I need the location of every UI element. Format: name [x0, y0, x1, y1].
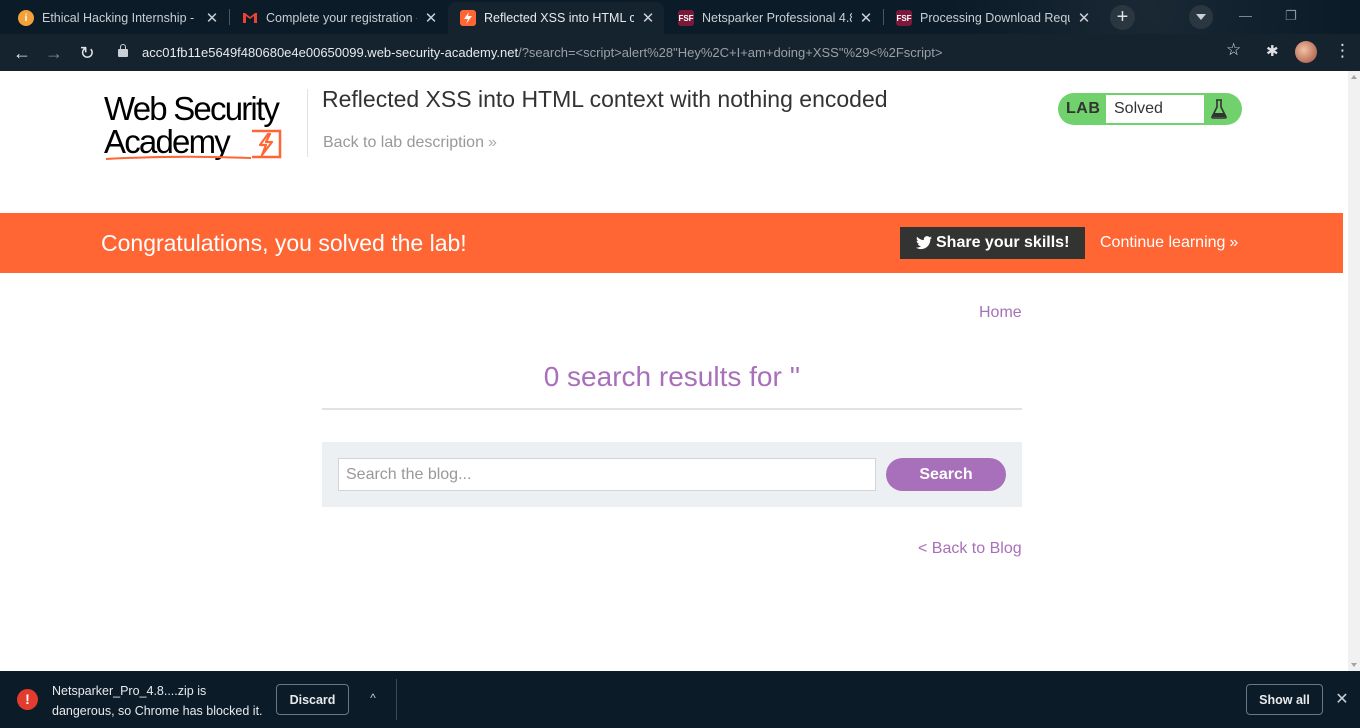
- download-warning-text: Netsparker_Pro_4.8....zip is dangerous, …: [52, 684, 263, 718]
- tab-netsparker[interactable]: FSF Netsparker Professional 4.8 ✕: [666, 2, 882, 34]
- browser-toolbar: ← → ↻ acc01fb11e5649f480680e4e00650099.w…: [0, 34, 1360, 71]
- double-chevron-icon: »: [1229, 234, 1238, 251]
- bookmark-star-icon[interactable]: ☆: [1226, 40, 1241, 60]
- flask-icon: [1211, 99, 1227, 119]
- page-scrollbar[interactable]: [1348, 71, 1360, 671]
- lab-badge: LAB: [1066, 100, 1101, 117]
- twitter-icon: [916, 236, 932, 250]
- download-separator: [396, 679, 397, 720]
- congratulations-message: Congratulations, you solved the lab!: [101, 230, 467, 256]
- logo-underline: [106, 155, 251, 160]
- tab-processing-download[interactable]: FSF Processing Download Reque ✕: [884, 2, 1100, 34]
- web-security-academy-icon: [460, 10, 476, 26]
- lab-status-widget: LAB Solved: [1058, 93, 1242, 125]
- search-button[interactable]: Search: [886, 458, 1006, 491]
- minimize-button[interactable]: —: [1239, 8, 1252, 23]
- back-to-lab-description-link[interactable]: Back to lab description»: [323, 134, 497, 152]
- home-link[interactable]: Home: [979, 304, 1022, 322]
- tab-title: Ethical Hacking Internship -: [42, 11, 195, 25]
- chrome-menu-icon[interactable]: ⋮: [1334, 41, 1351, 61]
- solved-banner: Congratulations, you solved the lab! Sha…: [0, 213, 1343, 273]
- share-skills-label: Share your skills!: [936, 234, 1070, 251]
- profile-avatar[interactable]: [1295, 41, 1317, 63]
- search-input[interactable]: [338, 458, 876, 491]
- continue-learning-label: Continue learning: [1100, 234, 1226, 251]
- lab-title: Reflected XSS into HTML context with not…: [322, 86, 888, 112]
- forward-button[interactable]: →: [41, 40, 67, 66]
- discard-button[interactable]: Discard: [276, 684, 349, 715]
- back-to-lab-description-label: Back to lab description: [323, 134, 484, 151]
- continue-learning-link[interactable]: Continue learning»: [1100, 213, 1238, 273]
- tab-reflected-xss[interactable]: Reflected XSS into HTML con ✕: [448, 2, 664, 34]
- lock-icon[interactable]: [118, 44, 128, 57]
- warning-icon: !: [17, 689, 38, 710]
- new-tab-button[interactable]: +: [1110, 5, 1135, 30]
- reload-button[interactable]: ↻: [74, 40, 100, 66]
- show-all-downloads-button[interactable]: Show all: [1246, 684, 1323, 715]
- heading-divider: [322, 408, 1022, 410]
- logo-text-line1: Web Security: [104, 90, 280, 127]
- fsf-icon: FSF: [678, 10, 694, 26]
- tab-close-icon[interactable]: ✕: [204, 9, 220, 27]
- scroll-up-arrow-icon[interactable]: [1351, 75, 1357, 79]
- blog-search-form: Search: [322, 442, 1022, 507]
- download-bar: ! Netsparker_Pro_4.8....zip is dangerous…: [0, 671, 1360, 728]
- extensions-icon[interactable]: ✱: [1266, 42, 1279, 60]
- tab-gmail-registration[interactable]: Complete your registration - ✕: [230, 2, 447, 34]
- tab-close-icon[interactable]: ✕: [640, 9, 656, 27]
- url-host: acc01fb11e5649f480680e4e00650099.web-sec…: [142, 45, 519, 60]
- fsf-icon: FSF: [896, 10, 912, 26]
- tab-title: Processing Download Reque: [920, 11, 1070, 25]
- search-results-heading: 0 search results for '': [543, 361, 801, 392]
- double-chevron-icon: »: [487, 134, 497, 151]
- gmail-icon: [242, 10, 258, 26]
- tab-title: Reflected XSS into HTML con: [484, 11, 634, 25]
- share-skills-button[interactable]: Share your skills!: [900, 227, 1085, 259]
- lightning-bolt-icon: [252, 129, 282, 159]
- address-bar[interactable]: acc01fb11e5649f480680e4e00650099.web-sec…: [106, 37, 1256, 68]
- close-download-bar-icon[interactable]: ✕: [1334, 689, 1350, 709]
- web-security-academy-logo[interactable]: Web Security Academy: [104, 91, 304, 166]
- url-path: /?search=<script>alert%28"Hey%2C+I+am+do…: [518, 45, 943, 60]
- tab-title: Netsparker Professional 4.8: [702, 11, 852, 25]
- lab-status-text: Solved: [1106, 95, 1204, 123]
- tab-close-icon[interactable]: ✕: [858, 9, 874, 27]
- tab-title: Complete your registration -: [266, 11, 417, 25]
- scroll-down-arrow-icon[interactable]: [1351, 663, 1357, 667]
- back-to-blog-link[interactable]: < Back to Blog: [918, 540, 1022, 558]
- back-button[interactable]: ←: [9, 40, 35, 66]
- tab-search-button[interactable]: [1189, 5, 1213, 29]
- header-divider: [307, 89, 308, 157]
- page-content: Web Security Academy Reflected XSS into …: [0, 71, 1348, 671]
- tab-ethical-hacking[interactable]: i Ethical Hacking Internship - ✕: [6, 2, 228, 34]
- maximize-button[interactable]: ❐: [1285, 8, 1297, 24]
- tab-close-icon[interactable]: ✕: [1076, 9, 1092, 27]
- info-icon: i: [18, 10, 34, 26]
- chevron-up-icon[interactable]: ^: [365, 691, 381, 707]
- tab-strip: i Ethical Hacking Internship - ✕ Complet…: [0, 0, 1360, 34]
- tab-close-icon[interactable]: ✕: [423, 9, 439, 27]
